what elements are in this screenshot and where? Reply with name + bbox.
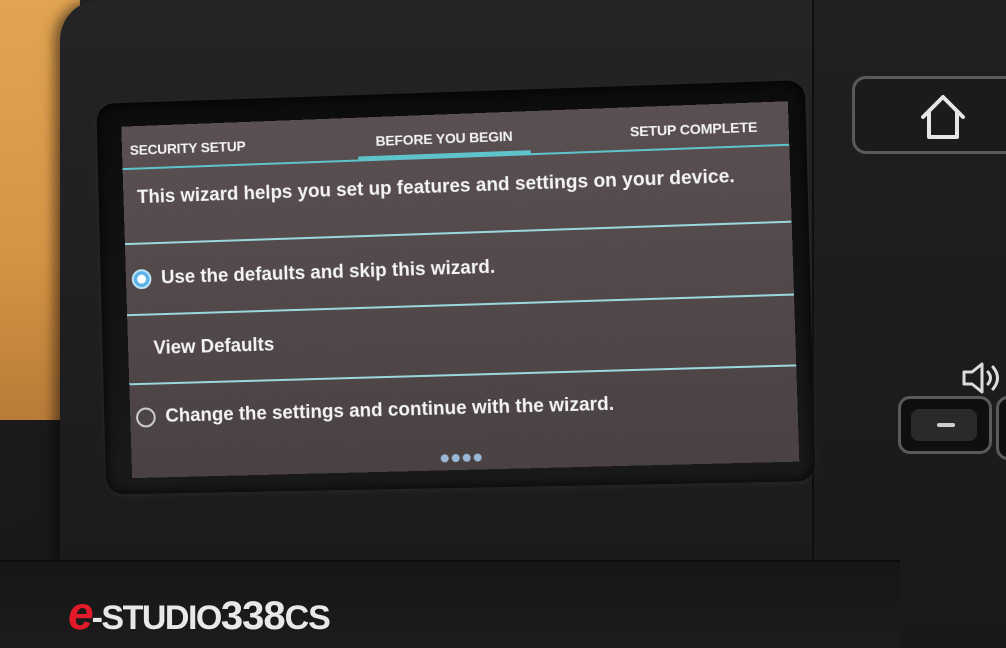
- radio-unselected-icon[interactable]: [135, 407, 156, 428]
- option-use-defaults-label: Use the defaults and skip this wizard.: [160, 256, 496, 289]
- page-indicator: [440, 453, 482, 463]
- device-model-logo: e -STUDIO 338 CS: [68, 586, 331, 640]
- tab-security-setup[interactable]: SECURITY SETUP: [130, 138, 246, 158]
- printer-control-panel: SECURITY SETUP BEFORE YOU BEGIN SETUP CO…: [0, 0, 1006, 648]
- page-dot: [462, 453, 471, 462]
- home-icon: [921, 95, 965, 139]
- model-number: 338: [220, 594, 286, 638]
- home-button[interactable]: [852, 76, 1006, 154]
- page-dot: [451, 453, 460, 463]
- tab-setup-complete[interactable]: SETUP COMPLETE: [630, 119, 758, 140]
- speaker-volume-icon: [962, 362, 999, 394]
- page-dot: [473, 453, 482, 462]
- radio-selected-icon[interactable]: [131, 268, 152, 290]
- minus-icon: [911, 409, 977, 441]
- volume-up-button[interactable]: [996, 396, 1006, 460]
- view-defaults-label: View Defaults: [153, 334, 275, 359]
- option-change-settings-label: Change the settings and continue with th…: [165, 393, 615, 427]
- touch-screen: SECURITY SETUP BEFORE YOU BEGIN SETUP CO…: [121, 101, 800, 479]
- volume-down-button[interactable]: [898, 396, 992, 454]
- brand-name: -STUDIO: [91, 599, 223, 637]
- page-dot: [440, 454, 449, 463]
- tab-before-you-begin[interactable]: BEFORE YOU BEGIN: [375, 128, 512, 149]
- model-suffix: CS: [284, 599, 331, 637]
- brand-prefix: e: [68, 587, 94, 639]
